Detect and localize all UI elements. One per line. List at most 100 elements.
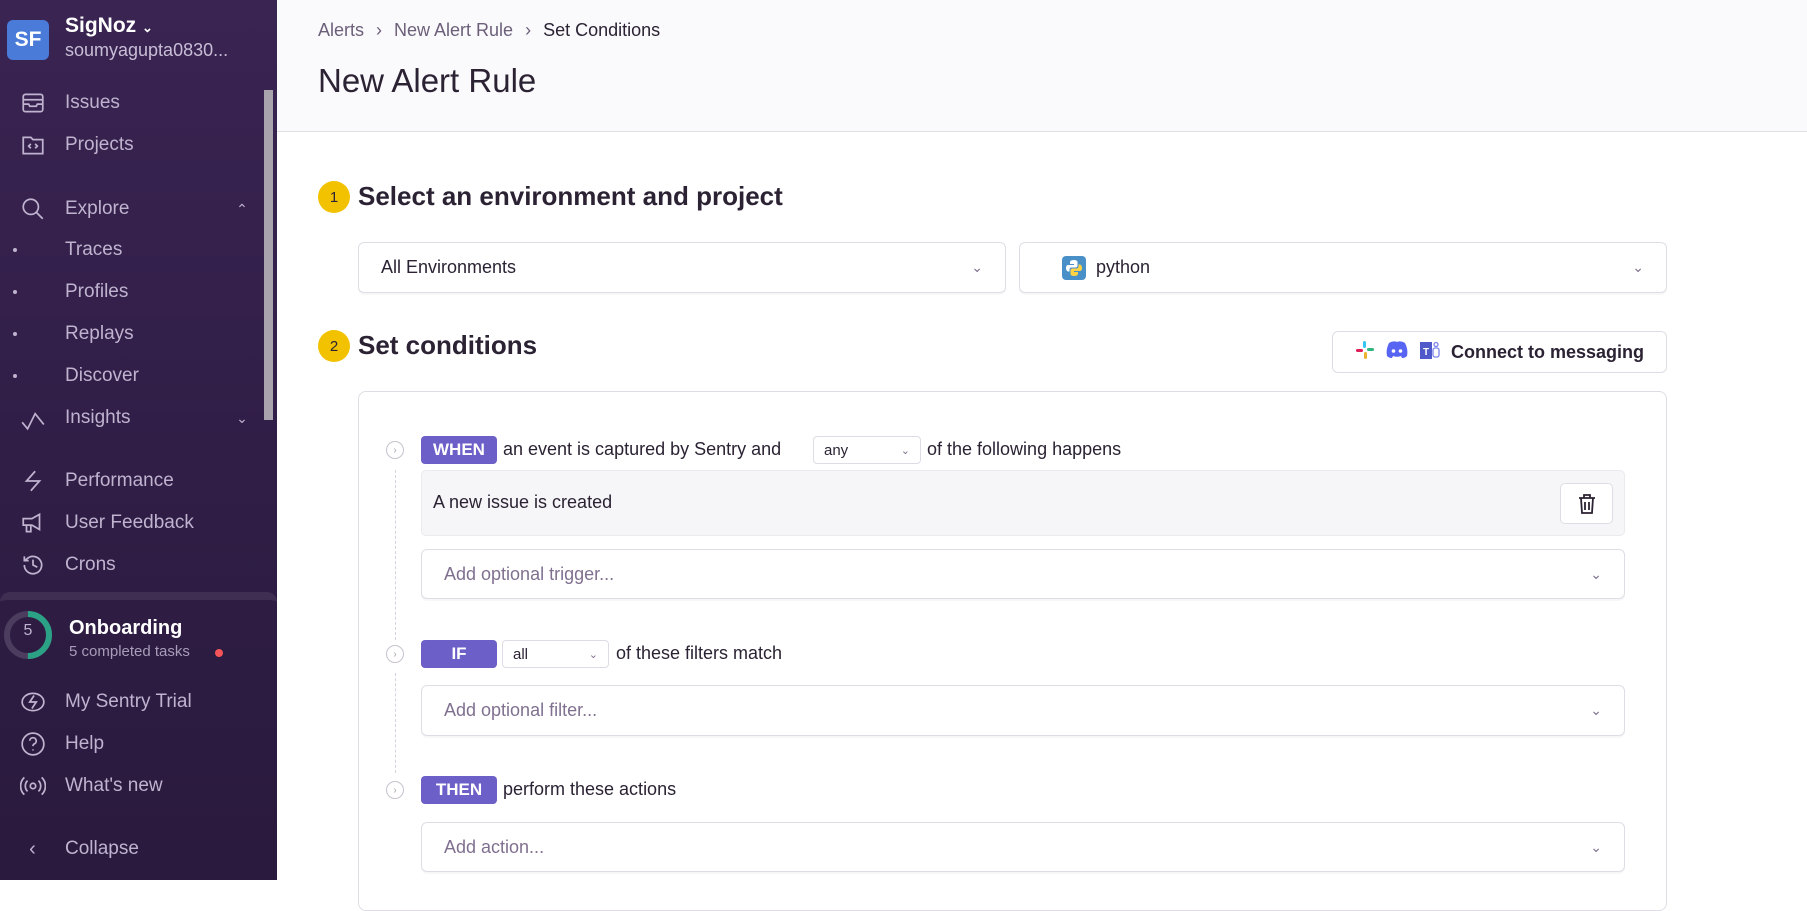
breadcrumb: Alerts › New Alert Rule › Set Conditions	[318, 20, 660, 41]
sidebar-item-help[interactable]: Help	[0, 726, 262, 762]
sidebar-item-label: Collapse	[65, 838, 139, 859]
sidebar-item-label: My Sentry Trial	[65, 691, 192, 712]
onboarding-panel[interactable]: 5 Onboarding 5 completed tasks	[0, 592, 277, 672]
sidebar-item-performance[interactable]: Performance	[0, 463, 262, 499]
sidebar-item-label: What's new	[65, 775, 163, 796]
delete-condition-button[interactable]	[1560, 483, 1613, 524]
chevron-down-icon: ⌄	[900, 444, 910, 457]
notification-dot	[215, 649, 223, 657]
sidebar-item-user-feedback[interactable]: User Feedback	[0, 505, 262, 541]
trigger-select[interactable]: Add optional trigger... ⌄	[421, 549, 1625, 599]
trigger-placeholder: Add optional trigger...	[444, 563, 615, 584]
connect-messaging-button[interactable]: T Connect to messaging	[1332, 331, 1667, 373]
org-switcher[interactable]: SigNoz ⌄	[65, 14, 153, 38]
sidebar-item-label: Help	[65, 733, 105, 754]
step-number: 2	[318, 330, 350, 362]
when-match-value: any	[824, 441, 849, 459]
condition-text: A new issue is created	[433, 492, 613, 512]
sidebar-item-crons[interactable]: Crons	[0, 547, 262, 583]
broadcast-icon	[0, 773, 65, 799]
sidebar-item-label: Traces	[65, 239, 123, 260]
when-text: an event is captured by Sentry and	[503, 439, 782, 459]
then-text: perform these actions	[503, 779, 677, 799]
sidebar-item-label: Explore	[65, 198, 130, 219]
sidebar-item-label: Replays	[65, 323, 134, 344]
bullet-icon	[12, 248, 17, 252]
if-match-select[interactable]: all ⌄	[502, 640, 609, 668]
chevron-left-icon: ‹	[29, 837, 36, 860]
sidebar-item-label: Performance	[65, 470, 174, 491]
project-select[interactable]: python ⌄	[1019, 242, 1667, 293]
sidebar-item-replays[interactable]: Replays	[0, 316, 262, 352]
lightning-circle-icon	[0, 689, 65, 715]
when-text-2: of the following happens	[927, 439, 1122, 459]
bullet-icon	[12, 290, 17, 294]
bullet-icon	[12, 374, 17, 378]
trash-icon	[1578, 493, 1595, 514]
help-icon	[0, 731, 65, 757]
if-badge: IF	[421, 640, 497, 668]
sidebar-item-label: User Feedback	[65, 512, 194, 533]
history-icon	[0, 552, 65, 578]
onboarding-count: 5	[23, 622, 33, 639]
slack-icon	[1355, 340, 1375, 365]
filter-select[interactable]: Add optional filter... ⌄	[421, 685, 1625, 736]
sidebar-item-label: Insights	[65, 407, 131, 428]
sidebar-item-insights[interactable]: Insights ⌄	[0, 400, 262, 436]
chevron-right-icon: ›	[376, 20, 383, 40]
megaphone-icon	[0, 510, 65, 536]
when-match-select[interactable]: any ⌄	[813, 436, 921, 464]
breadcrumb-current: Set Conditions	[543, 20, 661, 40]
sidebar-item-explore[interactable]: Explore ⌃	[0, 191, 262, 227]
sidebar-item-projects[interactable]: Projects	[0, 127, 262, 163]
chevron-down-icon: ⌄	[1590, 702, 1602, 718]
timeline-connector	[395, 673, 396, 773]
chevron-down-icon: ⌄	[1590, 838, 1602, 855]
sidebar-item-profiles[interactable]: Profiles	[0, 274, 262, 310]
chevron-down-icon: ⌄	[1632, 259, 1644, 275]
timeline-connector	[395, 470, 396, 640]
section-title: Select an environment and project	[358, 181, 783, 211]
section-title: Set conditions	[358, 330, 538, 360]
chevron-down-icon: ⌄	[1590, 565, 1602, 582]
page-title: New Alert Rule	[318, 62, 537, 99]
teams-icon: T	[1419, 339, 1441, 366]
connect-messaging-label: Connect to messaging	[1450, 341, 1645, 362]
chevron-right-circle-icon: ›	[386, 781, 404, 799]
inbox-icon	[0, 90, 65, 116]
discord-icon	[1385, 340, 1409, 365]
then-badge: THEN	[421, 776, 497, 804]
action-select[interactable]: Add action... ⌄	[421, 822, 1625, 872]
chevron-down-icon: ⌄	[142, 20, 153, 35]
sidebar-item-label: Discover	[65, 365, 139, 386]
if-text: of these filters match	[616, 643, 783, 663]
folder-code-icon	[0, 132, 65, 158]
sidebar-item-label: Profiles	[65, 281, 129, 302]
chevron-down-icon: ⌄	[971, 259, 983, 275]
breadcrumb-alerts[interactable]: Alerts	[318, 20, 364, 41]
org-name: SigNoz	[65, 14, 137, 37]
breadcrumb-new-alert-rule[interactable]: New Alert Rule	[394, 20, 513, 41]
sidebar-collapse-button[interactable]: ‹ Collapse	[0, 831, 262, 867]
svg-text:T: T	[1423, 347, 1429, 358]
sidebar-item-traces[interactable]: Traces	[0, 232, 262, 268]
environment-select[interactable]: All Environments ⌄	[358, 242, 1006, 293]
sidebar: SF SigNoz ⌄ soumyagupta0830... Issues Pr…	[0, 0, 277, 880]
environment-value: All Environments	[381, 257, 517, 277]
scrollbar-thumb[interactable]	[264, 90, 273, 420]
sidebar-item-whats-new[interactable]: What's new	[0, 768, 262, 804]
sidebar-item-sentry-trial[interactable]: My Sentry Trial	[0, 684, 262, 720]
search-icon	[0, 196, 65, 222]
onboarding-subtitle: 5 completed tasks	[69, 643, 190, 660]
sidebar-item-issues[interactable]: Issues	[0, 85, 262, 121]
line-chart-icon	[0, 405, 65, 431]
sidebar-item-label: Issues	[65, 92, 120, 113]
chevron-up-icon: ⌃	[236, 200, 248, 217]
sidebar-item-discover[interactable]: Discover	[0, 358, 262, 394]
bullet-icon	[12, 332, 17, 336]
lightning-icon	[0, 468, 65, 494]
project-value: python	[1096, 257, 1151, 277]
chevron-down-icon: ⌄	[236, 409, 248, 426]
chevron-right-circle-icon: ›	[386, 645, 404, 663]
org-avatar[interactable]: SF	[7, 20, 49, 60]
